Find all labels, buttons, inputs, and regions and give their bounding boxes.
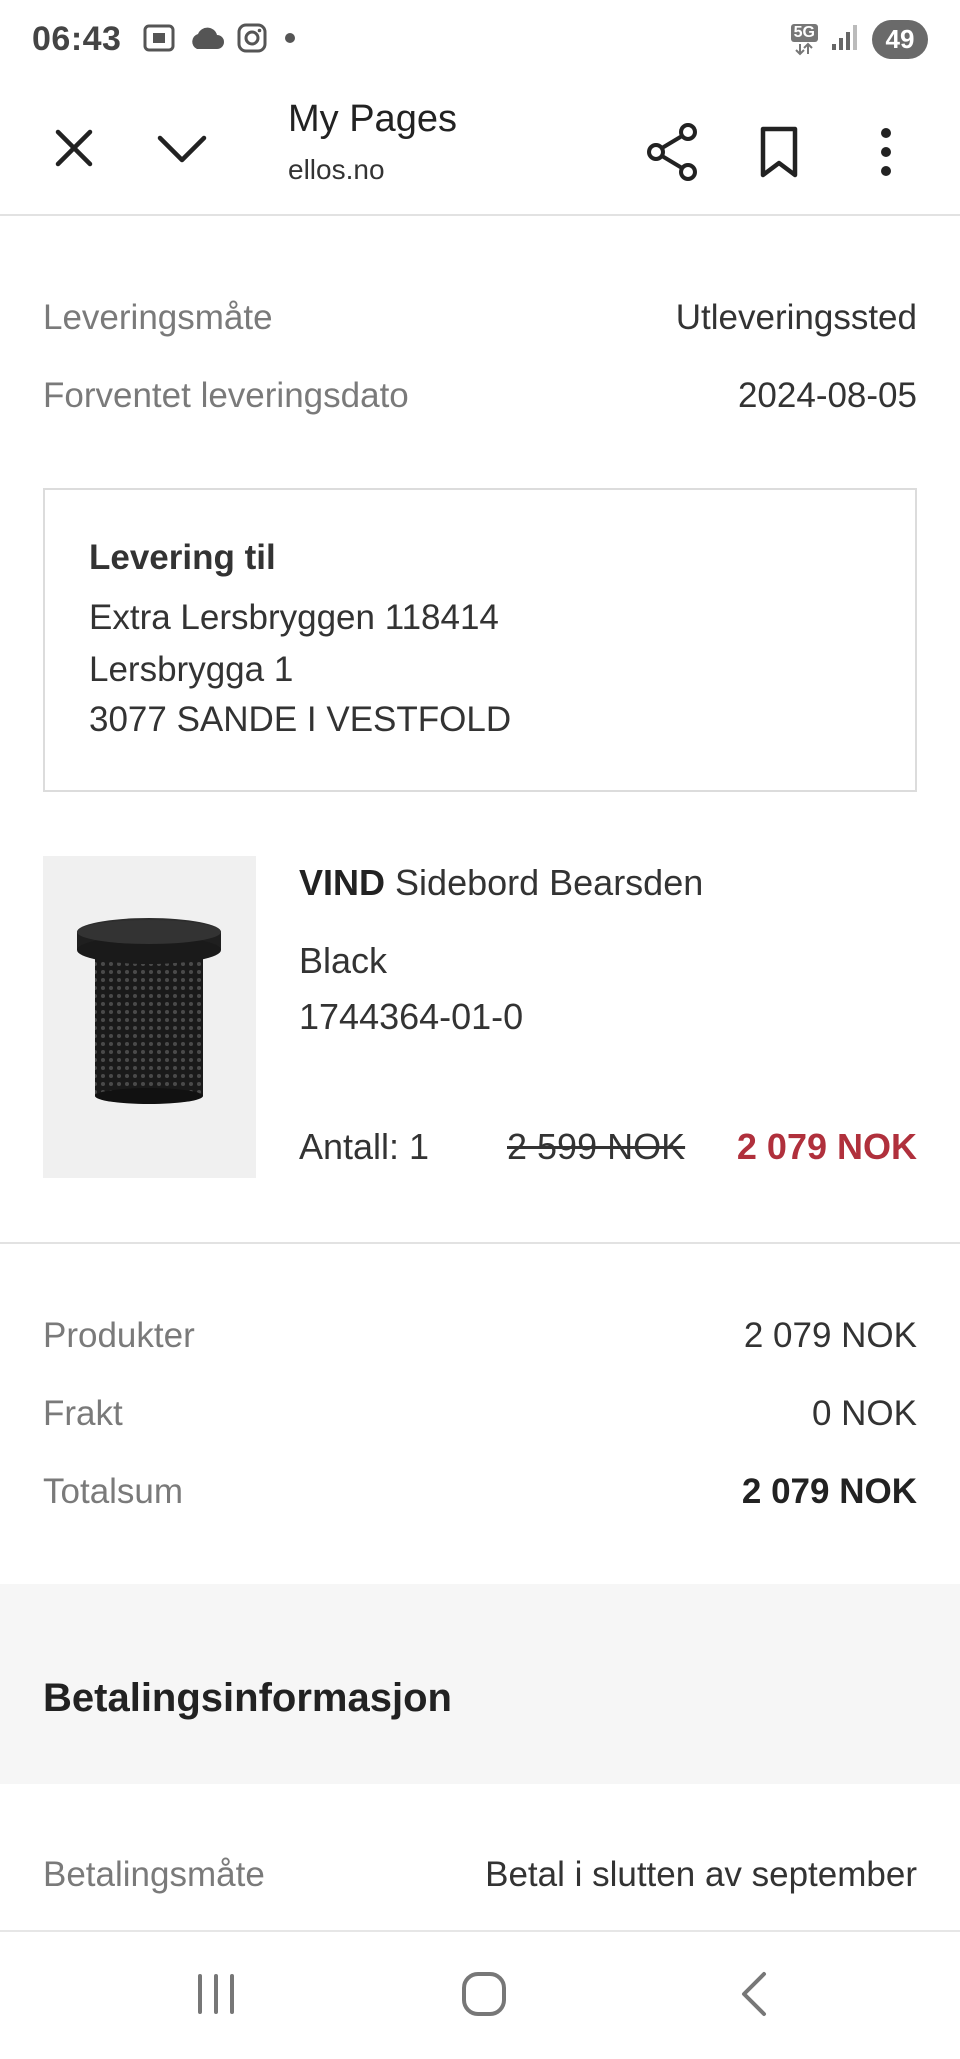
summary-shipping-row: Frakt 0 NOK [43,1394,917,1434]
screenshot-icon [142,23,176,58]
product-old-price: 2 599 NOK [507,1126,686,1167]
delivery-date-value: 2024-08-05 [737,376,917,415]
product-image[interactable] [43,856,256,1178]
summary-products-value: 2 079 NOK [743,1316,917,1355]
notification-icons [142,22,300,59]
product-quantity: Antall: 1 [299,1126,430,1167]
cloud-icon [188,25,224,56]
signal-icon [830,22,860,57]
page-title: My Pages [288,98,457,140]
back-icon[interactable] [714,1958,794,2030]
address-line-3: 3077 SANDE I VESTFOLD [89,700,512,739]
summary-total-label: Totalsum [43,1472,184,1511]
chevron-down-icon[interactable] [146,112,218,184]
product-sku: 1744364-01-0 [299,996,524,1037]
summary-shipping-value: 0 NOK [811,1394,917,1433]
product-sale-price: 2 079 NOK [736,1126,917,1167]
summary-total-row: Totalsum 2 079 NOK [43,1472,917,1512]
system-nav-bar [0,1930,960,2059]
delivery-date-label: Forventet leveringsdato [43,376,409,415]
payment-section-header: Betalingsinformasjon [0,1584,960,1784]
status-time: 06:43 [32,20,122,58]
summary-products-label: Produkter [43,1316,195,1355]
delivery-address-box: Levering til Extra Lersbryggen 118414 Le… [43,488,917,792]
summary-products-row: Produkter 2 079 NOK [43,1316,917,1356]
summary-total-value: 2 079 NOK [741,1472,917,1511]
battery-icon: 49 [872,20,928,59]
bookmark-icon[interactable] [743,116,815,188]
product-brand: VIND [299,862,386,903]
delivery-method-row: Leveringsmåte Utleveringssted [43,298,917,338]
product-name[interactable]: VIND Sidebord Bearsden [299,862,703,904]
network-5g-icon: 5G [790,23,818,56]
product-color: Black [299,940,388,981]
product-title: Sidebord Bearsden [395,862,704,903]
payment-method-label: Betalingsmåte [43,1855,265,1894]
dot-icon [280,28,300,53]
divider [0,1242,960,1244]
browser-toolbar: My Pages ellos.no [0,84,960,216]
share-icon[interactable] [636,116,708,188]
summary-shipping-label: Frakt [43,1394,123,1433]
address-line-1: Extra Lersbryggen 118414 [89,598,499,637]
recent-apps-icon[interactable] [176,1958,256,2030]
close-icon[interactable] [38,112,110,184]
instagram-icon [236,22,268,59]
payment-method-value: Betal i slutten av september [485,1855,917,1894]
payment-method-row: Betalingsmåte Betal i slutten av septemb… [43,1855,917,1895]
delivery-date-row: Forventet leveringsdato 2024-08-05 [43,376,917,416]
status-bar: 06:43 5G 49 [0,0,960,84]
delivery-method-label: Leveringsmåte [43,298,273,337]
payment-heading: Betalingsinformasjon [43,1676,452,1720]
delivery-method-value: Utleveringssted [675,298,917,337]
address-heading: Levering til [89,538,276,577]
address-line-2: Lersbrygga 1 [89,650,294,689]
system-icons: 5G 49 [790,20,928,59]
home-icon[interactable] [444,1958,524,2030]
more-vert-icon[interactable] [850,116,922,188]
page-domain: ellos.no [288,154,385,185]
